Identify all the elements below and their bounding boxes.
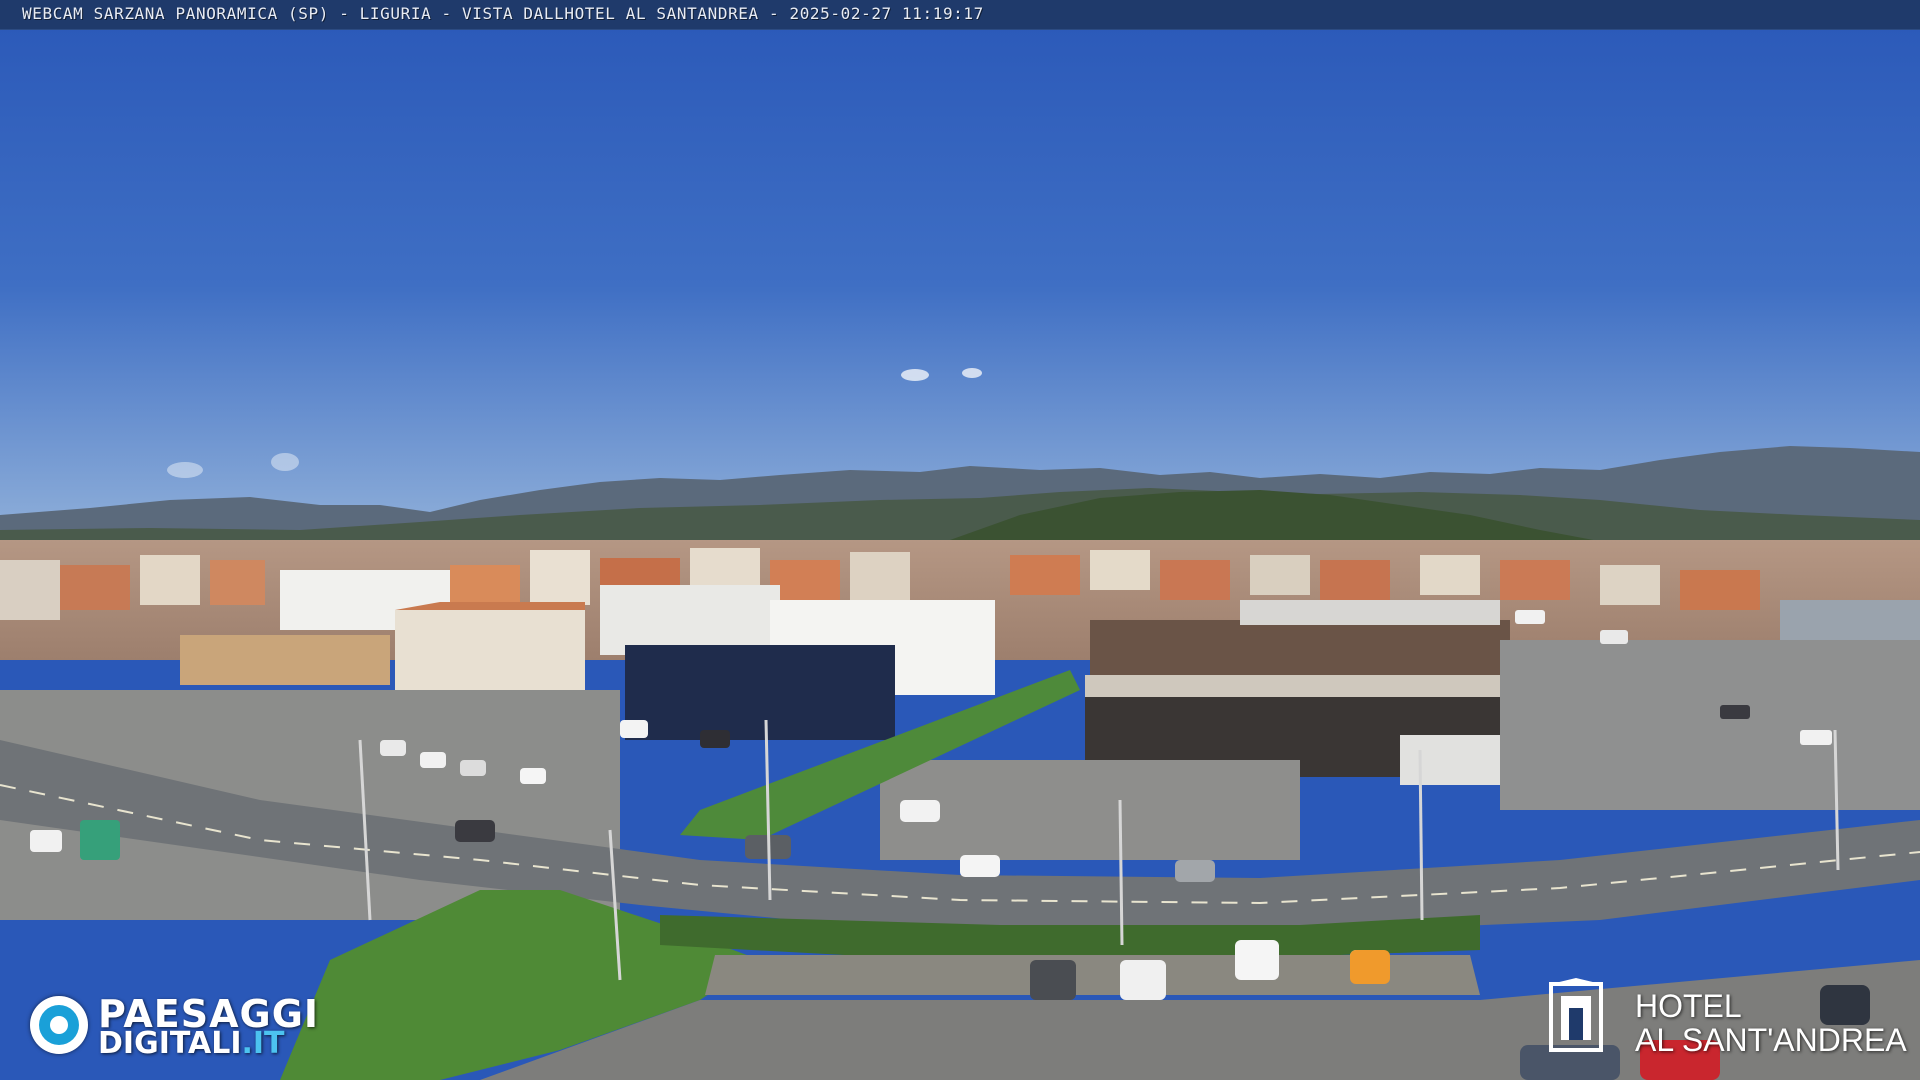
sky <box>0 0 1920 520</box>
camera-lens-icon <box>30 996 88 1054</box>
webcam-frame: WEBCAM SARZANA PANORAMICA (SP) - LIGURIA… <box>0 0 1920 1080</box>
hotel-crest-icon <box>1549 978 1603 1052</box>
hotel-name-line1: HOTEL <box>1635 988 1742 1024</box>
title-bar: WEBCAM SARZANA PANORAMICA (SP) - LIGURIA… <box>0 0 1920 30</box>
hotel-logo: HOTEL AL SANT'ANDREA <box>1545 978 1907 1068</box>
forecourt <box>880 760 1300 860</box>
parking-lot-right <box>1500 640 1920 810</box>
panorama-scene <box>0 0 1920 1080</box>
paesaggi-digitali-logo: PAESAGGI DIGITALI.IT <box>30 990 350 1064</box>
logo-left-line2: DIGITALI.IT <box>98 1026 285 1061</box>
logo-left-line2-a: DIGITALI <box>98 1026 242 1061</box>
logo-left-line2-b: .IT <box>241 1026 285 1061</box>
hotel-name-line2: AL SANT'ANDREA <box>1635 1022 1907 1058</box>
webcam-caption: WEBCAM SARZANA PANORAMICA (SP) - LIGURIA… <box>22 4 984 23</box>
